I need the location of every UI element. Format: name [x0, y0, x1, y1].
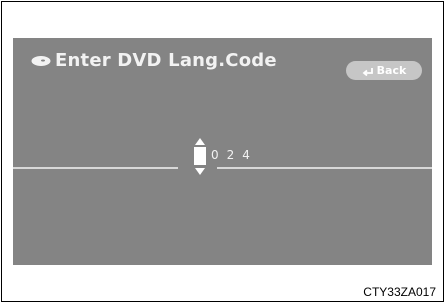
input-divider-left: [13, 167, 178, 169]
digit-cursor[interactable]: [194, 147, 206, 165]
code-digit[interactable]: 0: [211, 148, 219, 162]
increment-arrow-icon[interactable]: [195, 138, 205, 145]
disc-icon: [31, 55, 51, 66]
decrement-arrow-icon[interactable]: [195, 168, 205, 175]
digit-selector: [194, 138, 206, 176]
dvd-language-code-screen: Enter DVD Lang.Code Back 0 2 4: [13, 38, 432, 265]
entered-code-digits: 0 2 4: [211, 148, 250, 162]
back-button[interactable]: Back: [346, 61, 422, 80]
back-button-label: Back: [376, 64, 407, 77]
figure-code: CTY33ZA017: [363, 285, 436, 299]
code-digit[interactable]: 4: [242, 148, 250, 162]
return-arrow-icon: [362, 67, 373, 76]
input-divider-right: [217, 167, 432, 169]
figure-frame: Enter DVD Lang.Code Back 0 2 4 CTY33ZA01…: [1, 1, 444, 302]
screen-title: Enter DVD Lang.Code: [55, 50, 277, 71]
code-digit[interactable]: 2: [227, 148, 235, 162]
screen-header: Enter DVD Lang.Code: [31, 50, 277, 71]
